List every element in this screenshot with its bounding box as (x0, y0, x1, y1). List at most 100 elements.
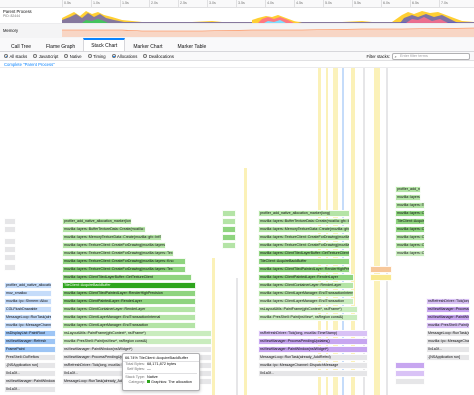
tab-stack-chart[interactable]: Stack Chart (83, 38, 126, 51)
stack-chart[interactable]: profiler_add_native_allocation moz_xmall… (0, 68, 474, 395)
stack-frame[interactable]: nsViewManager::ProcessPendingUpdates() (426, 306, 470, 313)
radio-javascript[interactable]: JavaScript (33, 54, 58, 59)
stack-frame[interactable]: nsViewManager::PaintWindow(nsIWidget*) (426, 314, 470, 321)
stack-frame[interactable]: profiler_add_native_allocation_marker(lo… (62, 218, 132, 225)
stack-frame[interactable]: nsViewManager::Refresh (4, 338, 56, 345)
stack-frame[interactable]: mozilla::layers::TextureClient::CreateFo… (62, 242, 166, 249)
stack-frame[interactable] (4, 226, 16, 233)
stack-frame[interactable]: mozilla::layers::MemoryTextureData::Crea… (395, 194, 421, 201)
stack-frame[interactable]: mozilla::layers::ClientLayerManager::End… (62, 322, 196, 329)
tab-marker-chart[interactable]: Marker Chart (126, 39, 169, 51)
stack-frame[interactable] (222, 226, 236, 233)
timeline-ruler[interactable]: 0.5s 1.0s 1.5s 2.0s 2.5s 3.0s 3.5s 4.0s … (0, 0, 474, 8)
stack-frame[interactable]: nsLayoutUtils::PaintFrame(gfxContext*, n… (62, 330, 212, 337)
stack-frame[interactable]: mozilla::layers::ClientTiledPaintedLayer… (395, 226, 425, 233)
tab-flame-graph[interactable]: Flame Graph (39, 39, 82, 51)
stack-frame[interactable]: mozilla::layers::BufferTextureData::Crea… (62, 226, 146, 233)
stack-frame[interactable]: nsRefreshDriver::Tick(long, mozilla::Tim… (426, 298, 470, 305)
stack-frame[interactable]: 0x1a3f... (4, 386, 56, 393)
stack-frame[interactable]: MessageLoop::RunTask(already_AddRefed) (426, 330, 470, 337)
track-label-process[interactable]: Parent Process PID: 82444 (0, 9, 62, 19)
stack-frame[interactable]: FramePaint (4, 346, 56, 353)
radio-native[interactable]: Native (64, 54, 82, 59)
stack-frame[interactable] (370, 274, 392, 281)
stack-frame[interactable]: 0x1a3f... (258, 370, 368, 377)
stack-frame[interactable] (4, 238, 16, 245)
stack-frame[interactable]: mozilla::layers::ClientLayerManager::End… (258, 290, 354, 297)
stack-frame[interactable]: mozilla::ipc::MessageChannel::DispatchMe… (4, 322, 52, 329)
stack-frame[interactable]: mozilla::layers::ClientPaintedLayer::Ren… (395, 234, 425, 241)
track-label-memory[interactable]: Memory (0, 28, 62, 33)
stack-frame[interactable]: mozilla::layers::BufferTextureData::Crea… (258, 218, 350, 225)
stack-frame[interactable]: mozilla::PresShell::Paint(nsView*, nsReg… (258, 314, 358, 321)
stack-frame[interactable]: mozilla::layers::ClientLayerManager::End… (395, 250, 425, 257)
tab-call-tree[interactable]: Call Tree (4, 39, 38, 51)
stack-frame[interactable]: mozilla::layers::ClientTiledLayerBuffer:… (258, 250, 350, 257)
stack-frame[interactable]: TileClient::AcquireBackBuffer (258, 258, 350, 265)
stack-frame[interactable]: mozilla::layers::MemoryTextureData::Crea… (62, 234, 162, 241)
stack-frame[interactable] (395, 370, 425, 377)
stack-frame[interactable]: mozilla::layers::MemoryTextureData::Crea… (258, 226, 350, 233)
stack-frame[interactable] (4, 246, 16, 253)
stack-frame[interactable]: mozilla::ipc::Shmem::Alloc (4, 298, 52, 305)
stack-frame[interactable] (4, 264, 16, 271)
stack-frame[interactable]: -[NSApplication run] (4, 362, 56, 369)
stack-frame[interactable]: mozilla::layers::ClientLayerManager::End… (258, 298, 354, 305)
stack-frame[interactable] (395, 362, 425, 369)
stack-frame[interactable]: 0x1a3f... (426, 346, 470, 353)
stack-frame[interactable]: mozilla::ipc::MessageChannel::DispatchMe… (258, 362, 368, 369)
stack-frame[interactable]: mozilla::layers::ClientTiledPaintedLayer… (258, 266, 350, 273)
stack-frame[interactable] (222, 210, 236, 217)
stack-frame[interactable]: mozilla::layers::ClientLayerManager::End… (395, 242, 425, 249)
stack-frame[interactable]: mozilla::layers::ClientContainerLayer::R… (258, 282, 354, 289)
stack-frame[interactable]: mozilla::layers::TextureClient::CreateFo… (62, 258, 186, 265)
stack-frame[interactable]: profiler_add_native_allocation (4, 282, 52, 289)
stack-frame[interactable]: mozilla::ipc::MessageChannel::DispatchMe… (426, 338, 470, 345)
stack-frame[interactable]: mozilla::layers::ClientTiledLayerBuffer:… (395, 210, 425, 217)
stack-frame[interactable]: mozilla::layers::ClientTiledPaintedLayer… (62, 290, 196, 297)
filter-stacks-input[interactable]: ⌕ Enter filter terms (392, 53, 470, 60)
radio-allocations[interactable]: Allocations (111, 54, 137, 59)
stack-frame[interactable]: nsRefreshDriver::Tick(long, mozilla::Tim… (258, 330, 368, 337)
stack-frame[interactable]: mozilla::layers::ClientPaintedLayer::Ren… (258, 274, 354, 281)
stack-frame[interactable]: nsDisplayList::PaintRoot (4, 330, 56, 337)
stack-frame[interactable]: CGLFlushDrawable (4, 306, 52, 313)
stack-frame[interactable]: mozilla::PresShell::Paint(nsView*, nsReg… (426, 322, 470, 329)
stack-frame[interactable] (222, 242, 236, 249)
stack-frame[interactable]: mozilla::layers::ClientTiledLayerBuffer:… (62, 274, 192, 281)
stack-frame[interactable] (4, 218, 16, 225)
memory-graph[interactable] (62, 26, 474, 37)
stack-frame[interactable] (4, 254, 16, 261)
stack-frame[interactable] (395, 378, 425, 385)
stack-frame[interactable]: 0x1a3f... (4, 370, 56, 377)
stack-frame[interactable]: MessageLoop::RunTask(already_AddRefed) (258, 354, 368, 361)
breadcrumb[interactable]: Complete "Parent Process" (0, 61, 474, 68)
stack-frame[interactable]: mozilla::layers::TextureClient::CreateFo… (62, 250, 174, 257)
breadcrumb-item[interactable]: Complete "Parent Process" (4, 62, 55, 67)
stack-frame[interactable] (222, 234, 236, 241)
tab-marker-table[interactable]: Marker Table (171, 39, 214, 51)
radio-all-stacks[interactable]: All stacks (4, 54, 27, 59)
stack-frame[interactable]: MessageLoop::RunTask(already_AddRefed) (4, 314, 52, 321)
stack-frame[interactable]: nsViewManager::ProcessPendingUpdates() (258, 338, 368, 345)
activity-graph[interactable] (62, 9, 474, 23)
stack-frame[interactable]: nsViewManager::PaintWindow(nsIWidget*) (258, 346, 368, 353)
stack-frame[interactable]: PresShell::DoReflow (4, 354, 56, 361)
stack-frame[interactable]: nsViewManager::PaintWindow(nsIWidget*) (62, 346, 212, 353)
stack-frame[interactable]: mozilla::PresShell::Paint(nsView*, nsReg… (62, 338, 212, 345)
stack-frame[interactable]: nsViewManager::PaintWindow(nsIWidget*) (4, 378, 56, 385)
stack-frame[interactable]: mozilla::layers::ClientPaintedLayer::Ren… (62, 298, 196, 305)
stack-frame[interactable]: mozilla::layers::ClientContainerLayer::R… (62, 306, 196, 313)
stack-frame[interactable]: mozilla::layers::TextureClient::CreateFo… (395, 202, 425, 209)
stack-frame[interactable] (370, 266, 392, 273)
stack-frame[interactable]: -[NSApplication run] (426, 354, 470, 361)
stack-frame[interactable] (222, 218, 236, 225)
radio-deallocations[interactable]: Deallocations (143, 54, 174, 59)
stack-frame[interactable]: TileClient::AcquireBackBuffer (395, 218, 425, 225)
stack-frame[interactable]: mozilla::layers::TextureClient::CreateFo… (62, 266, 186, 273)
stack-frame[interactable]: nsLayoutUtils::PaintFrame(gfxContext*, n… (258, 306, 358, 313)
stack-frame[interactable]: mozilla::layers::ClientLayerManager::End… (62, 314, 196, 321)
stack-frame-selected[interactable]: TileClient::AcquireBackBuffer (62, 282, 196, 289)
stack-frame[interactable]: moz_xmalloc (4, 290, 52, 297)
stack-frame[interactable]: profiler_add_native_allocation_marker(lo… (258, 210, 350, 217)
